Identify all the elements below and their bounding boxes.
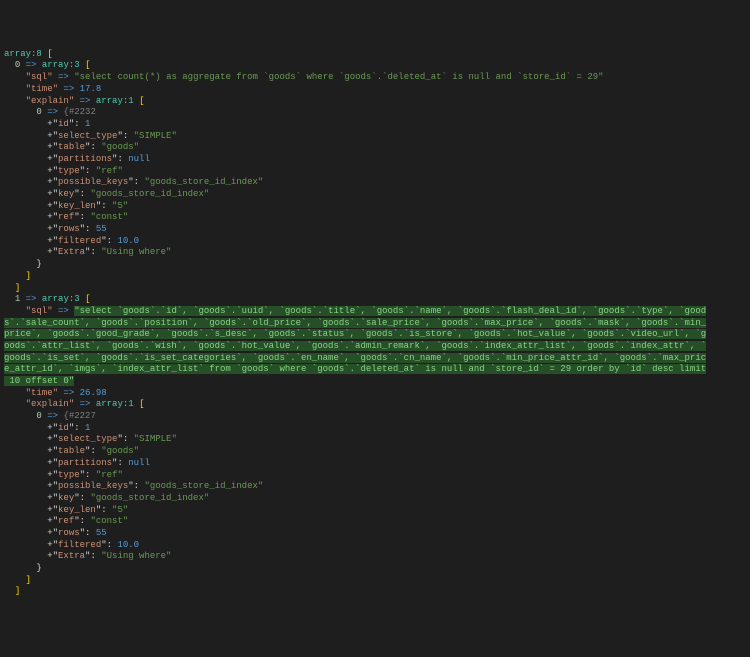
var-dump-output: array:8 [ 0 => array:3 [ "sql" => "selec… — [4, 49, 746, 598]
